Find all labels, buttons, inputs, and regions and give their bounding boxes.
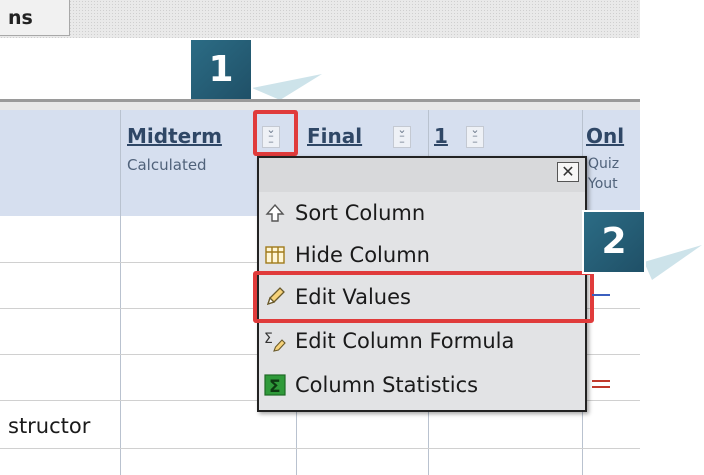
menu-titlebar — [259, 158, 585, 192]
menu-item-label: Hide Column — [295, 243, 430, 267]
sort-up-arrow-icon — [265, 203, 285, 222]
step-2-pointer — [644, 245, 702, 280]
columns-button[interactable]: ns — [0, 0, 70, 36]
final-column-menu-button[interactable]: ⌄ – – — [393, 124, 411, 148]
step-2-highlight — [253, 271, 594, 323]
menu-item-edit-column-formula[interactable]: Σ Edit Column Formula — [263, 320, 581, 360]
empty-value-marker — [592, 386, 610, 388]
step-2-badge: 2 — [582, 210, 646, 274]
row-divider — [0, 448, 640, 449]
header-rule-shadow — [0, 102, 640, 110]
column-title-online[interactable]: Onl — [586, 124, 624, 148]
column-divider — [120, 110, 121, 475]
column-subtitle-midterm: Calculated — [127, 156, 207, 174]
column-subtitle-online-line2: Yout — [588, 176, 618, 192]
close-icon[interactable]: ✕ — [557, 162, 579, 182]
statistics-sigma-icon: Σ — [264, 374, 286, 397]
menu-item-label: Edit Column Formula — [295, 329, 515, 353]
menu-item-column-statistics[interactable]: Σ Column Statistics — [263, 364, 581, 404]
formula-sigma-pencil-icon: Σ — [264, 331, 286, 352]
toolbar-strip — [0, 0, 640, 38]
svg-text:Σ: Σ — [269, 377, 281, 397]
column-subtitle-online-line1: Quiz — [588, 156, 620, 172]
column-title-final[interactable]: Final — [307, 124, 362, 148]
empty-value-marker — [592, 380, 610, 382]
step-1-badge: 1 — [189, 38, 253, 102]
svg-text:Σ: Σ — [264, 331, 273, 347]
menu-item-hide-column[interactable]: Hide Column — [263, 234, 581, 274]
menu-item-label: Column Statistics — [295, 373, 479, 397]
menu-item-label: Sort Column — [295, 201, 426, 225]
column-1-menu-button[interactable]: ⌄ – – — [466, 124, 484, 148]
menu-item-sort-column[interactable]: Sort Column — [263, 192, 581, 232]
column-title-midterm[interactable]: Midterm — [127, 124, 222, 148]
hide-column-icon — [265, 246, 285, 264]
row-label-instructor: structor — [8, 414, 91, 438]
empty-value-marker — [592, 294, 610, 296]
step-1-highlight — [253, 110, 298, 156]
column-title-1[interactable]: 1 — [434, 124, 448, 148]
